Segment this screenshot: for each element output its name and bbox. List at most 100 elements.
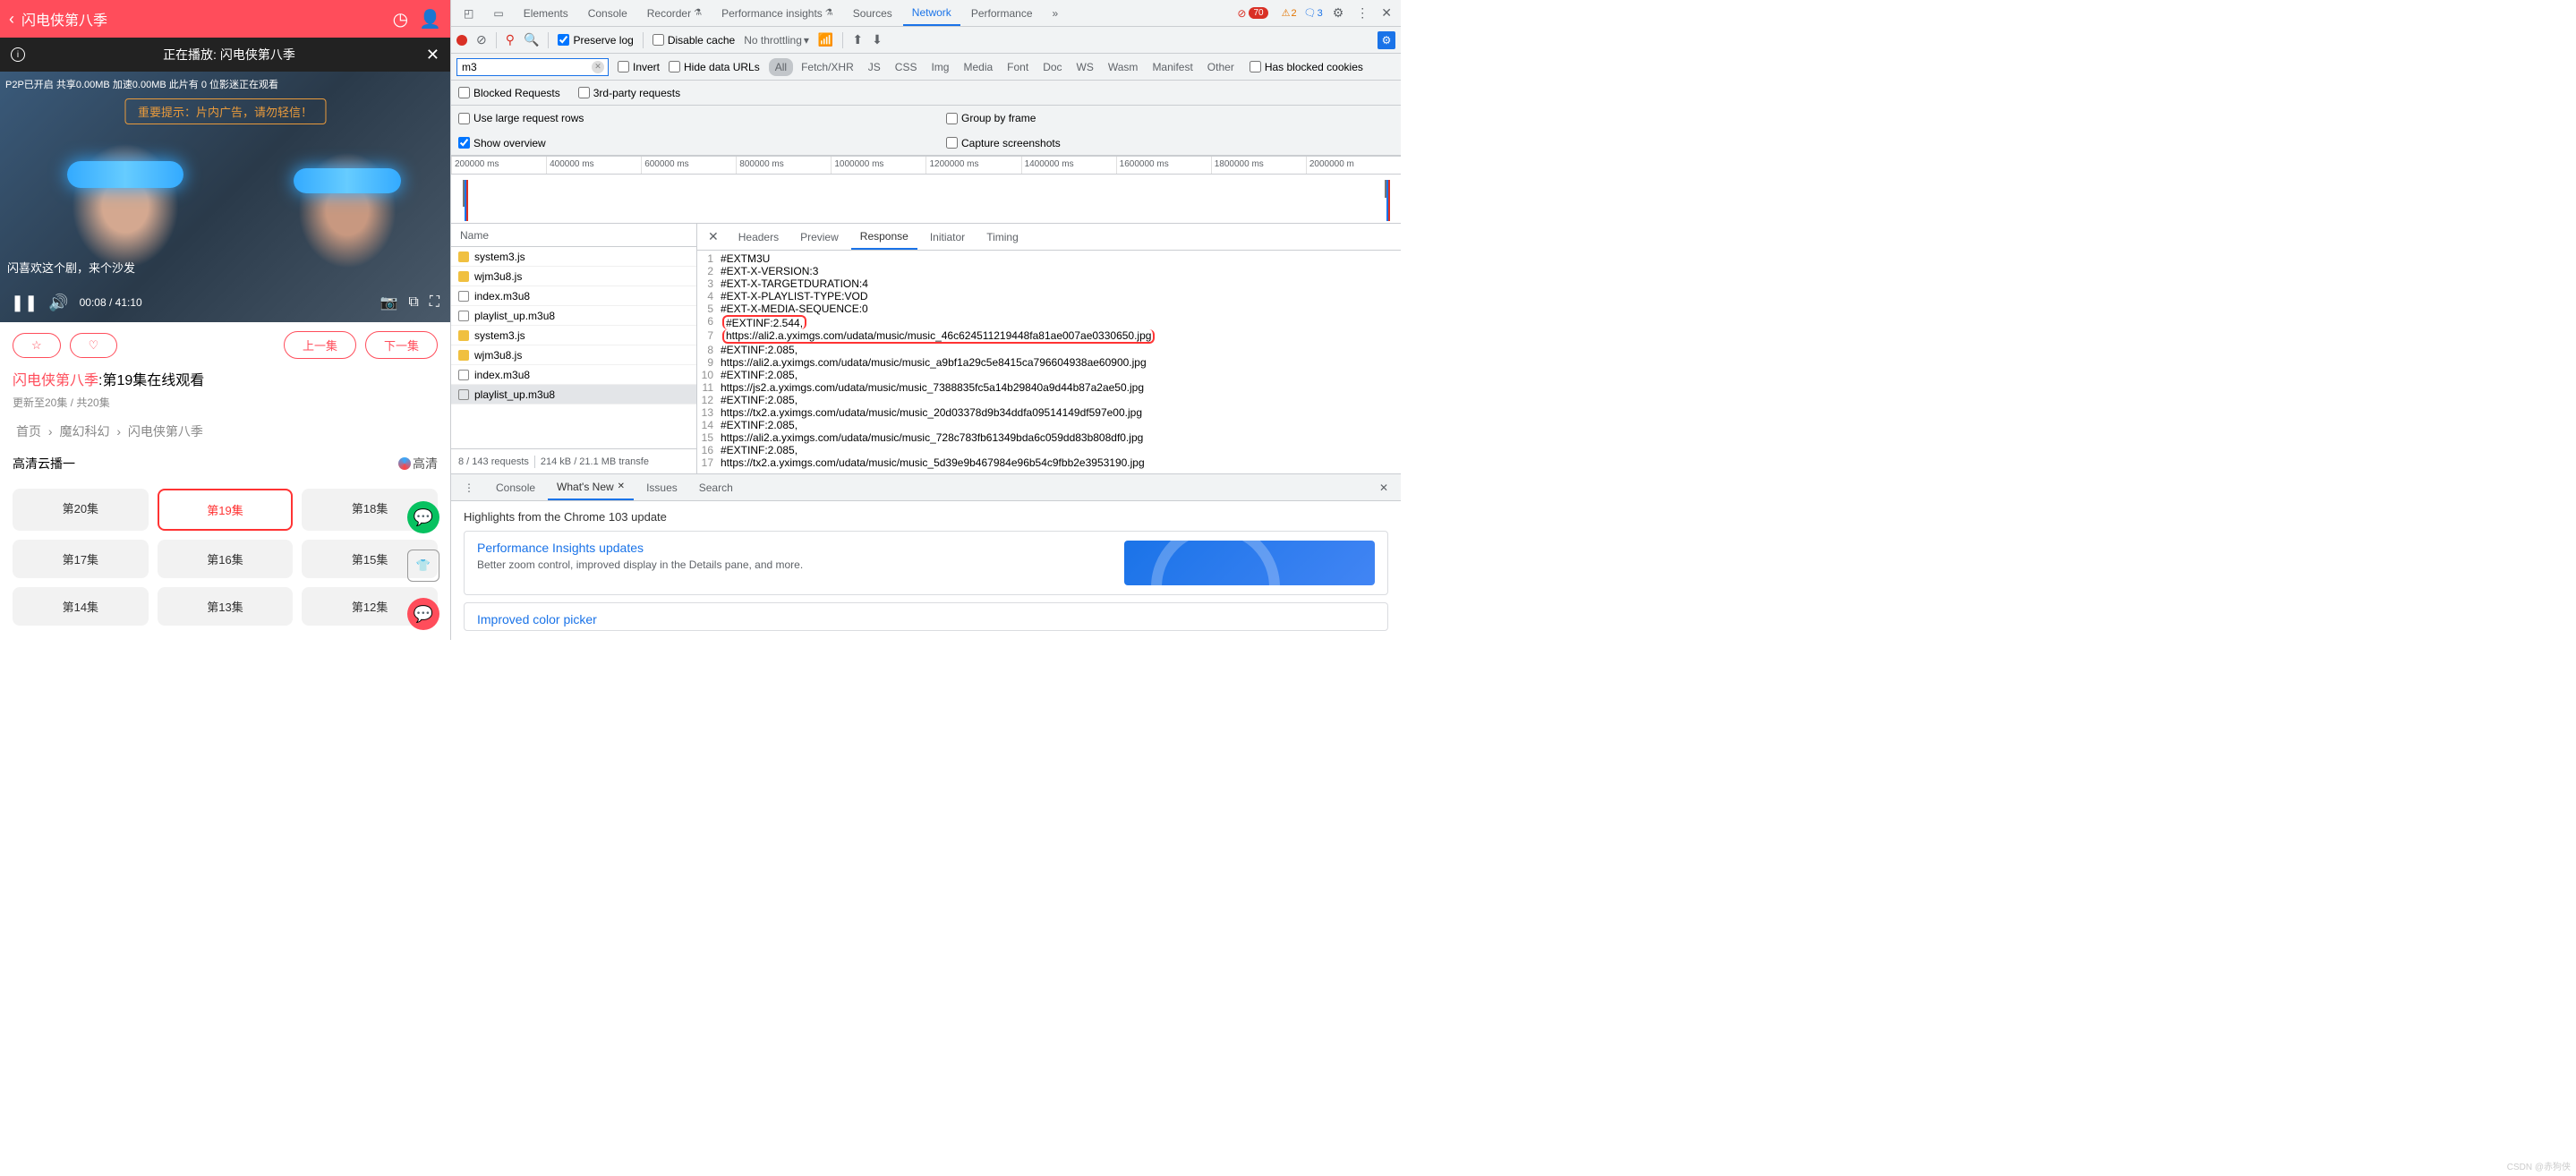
third-party-checkbox[interactable]: 3rd-party requests bbox=[578, 87, 680, 99]
drawer-close-icon[interactable]: ✕ bbox=[1370, 476, 1397, 499]
throttling-select[interactable]: No throttling ▾ bbox=[744, 34, 809, 47]
response-tab[interactable]: Preview bbox=[791, 226, 848, 249]
episode-button[interactable]: 第20集 bbox=[13, 489, 149, 531]
breadcrumb[interactable]: 首页 › 魔幻科幻 › 闪电侠第八季 bbox=[0, 410, 450, 447]
request-row[interactable]: playlist_up.m3u8 bbox=[451, 306, 696, 326]
response-tab[interactable]: Initiator bbox=[921, 226, 974, 249]
response-tab[interactable]: Headers bbox=[729, 226, 788, 249]
devtools-tab[interactable]: Network bbox=[903, 1, 960, 26]
shirt-icon[interactable]: 👕 bbox=[407, 550, 439, 582]
filter-input[interactable]: m3 ✕ bbox=[456, 58, 609, 76]
close-icon[interactable]: ✕ bbox=[426, 46, 439, 64]
close-panel-icon[interactable]: ✕ bbox=[701, 229, 726, 244]
response-tab[interactable]: Response bbox=[851, 225, 917, 250]
group-frame-checkbox[interactable]: Group by frame bbox=[946, 112, 1036, 124]
drawer-tab[interactable]: Console bbox=[487, 476, 544, 499]
whats-new-card[interactable]: Performance Insights updates Better zoom… bbox=[464, 531, 1388, 595]
drawer-kebab-icon[interactable]: ⋮ bbox=[455, 476, 483, 499]
info-badge[interactable]: 🗨 3 bbox=[1301, 6, 1326, 20]
next-episode-button[interactable]: 下一集 bbox=[365, 331, 438, 359]
hide-data-urls-checkbox[interactable]: Hide data URLs bbox=[669, 61, 760, 73]
inspect-icon[interactable]: ◰ bbox=[455, 2, 482, 25]
pip-icon[interactable]: ⧉ bbox=[408, 294, 418, 311]
clear-icon[interactable]: ⊘ bbox=[476, 32, 487, 47]
video-player[interactable]: P2P已开启 共享0.00MB 加速0.00MB 此片有 0 位影迷正在观看 重… bbox=[0, 72, 450, 322]
devtools-tab[interactable]: Recorder⚗ bbox=[638, 2, 711, 25]
large-rows-checkbox[interactable]: Use large request rows bbox=[458, 112, 928, 124]
devtools-tab[interactable]: Performance insights⚗ bbox=[712, 2, 842, 25]
drawer-tab[interactable]: What's New✕ bbox=[548, 475, 634, 500]
fullscreen-icon[interactable]: ⛶ bbox=[430, 294, 439, 311]
preserve-log-checkbox[interactable]: Preserve log bbox=[558, 34, 633, 47]
devtools-tab[interactable]: Performance bbox=[962, 2, 1042, 25]
settings-icon[interactable]: ⚙ bbox=[1327, 5, 1350, 21]
filter-icon[interactable]: ⚲ bbox=[506, 32, 515, 47]
device-icon[interactable]: ▭ bbox=[484, 2, 512, 25]
filter-type-chip[interactable]: Other bbox=[1201, 58, 1241, 76]
screenshot-icon[interactable]: 📷 bbox=[380, 294, 397, 311]
capture-screenshots-checkbox[interactable]: Capture screenshots bbox=[946, 137, 1061, 149]
filter-type-chip[interactable]: Font bbox=[1001, 58, 1035, 76]
clear-filter-icon[interactable]: ✕ bbox=[592, 61, 604, 73]
filter-type-chip[interactable]: Wasm bbox=[1102, 58, 1145, 76]
wifi-icon[interactable]: 📶 bbox=[818, 32, 833, 47]
blocked-cookies-checkbox[interactable]: Has blocked cookies bbox=[1250, 61, 1363, 73]
devtools-tab[interactable]: Sources bbox=[844, 2, 901, 25]
request-row[interactable]: wjm3u8.js bbox=[451, 267, 696, 286]
filter-type-chip[interactable]: Fetch/XHR bbox=[795, 58, 860, 76]
request-row[interactable]: index.m3u8 bbox=[451, 365, 696, 385]
back-icon[interactable]: ‹ bbox=[9, 10, 14, 29]
upload-icon[interactable]: ⬆ bbox=[852, 32, 863, 47]
name-column-header[interactable]: Name bbox=[451, 224, 696, 247]
user-icon[interactable]: 👤 bbox=[419, 8, 441, 30]
like-button[interactable]: ♡ bbox=[70, 333, 118, 358]
request-row[interactable]: playlist_up.m3u8 bbox=[451, 385, 696, 405]
filter-type-chip[interactable]: Img bbox=[925, 58, 955, 76]
devtools-tab[interactable]: Console bbox=[579, 2, 636, 25]
timeline-overview[interactable]: 200000 ms400000 ms600000 ms800000 ms1000… bbox=[451, 156, 1401, 224]
episode-button[interactable]: 第19集 bbox=[158, 489, 294, 531]
pause-icon[interactable]: ❚❚ bbox=[11, 294, 38, 312]
history-icon[interactable]: ◷ bbox=[393, 8, 408, 30]
kebab-icon[interactable]: ⋮ bbox=[1351, 5, 1374, 21]
disable-cache-checkbox[interactable]: Disable cache bbox=[653, 34, 735, 47]
filter-type-chip[interactable]: Doc bbox=[1036, 58, 1068, 76]
warning-badge[interactable]: ⚠ 2 bbox=[1279, 6, 1300, 20]
wechat-icon[interactable]: 💬 bbox=[407, 501, 439, 533]
filter-type-chip[interactable]: WS bbox=[1070, 58, 1100, 76]
filter-type-chip[interactable]: Manifest bbox=[1146, 58, 1198, 76]
episode-button[interactable]: 第13集 bbox=[158, 587, 294, 626]
error-badge[interactable]: ⊘ 70 bbox=[1228, 2, 1276, 25]
network-settings-icon[interactable]: ⚙ bbox=[1378, 31, 1395, 49]
record-icon[interactable] bbox=[456, 35, 467, 46]
request-row[interactable]: system3.js bbox=[451, 247, 696, 267]
close-devtools-icon[interactable]: ✕ bbox=[1376, 5, 1397, 21]
filter-type-chip[interactable]: CSS bbox=[889, 58, 924, 76]
more-tabs-icon[interactable]: » bbox=[1044, 2, 1068, 25]
response-tab[interactable]: Timing bbox=[977, 226, 1028, 249]
quality-badge[interactable]: 高清 bbox=[398, 455, 438, 473]
favorite-button[interactable]: ☆ bbox=[13, 333, 61, 358]
download-icon[interactable]: ⬇ bbox=[872, 32, 883, 47]
blocked-requests-checkbox[interactable]: Blocked Requests bbox=[458, 87, 560, 99]
whats-new-card[interactable]: Improved color picker bbox=[464, 602, 1388, 631]
show-overview-checkbox[interactable]: Show overview bbox=[458, 137, 928, 149]
filter-type-chip[interactable]: All bbox=[769, 58, 793, 76]
devtools-tab[interactable]: Elements bbox=[515, 2, 577, 25]
filter-type-chip[interactable]: JS bbox=[862, 58, 887, 76]
filter-type-chip[interactable]: Media bbox=[957, 58, 999, 76]
drawer-tab[interactable]: Issues bbox=[637, 476, 687, 499]
chat-icon[interactable]: 💬 bbox=[407, 598, 439, 630]
episode-button[interactable]: 第14集 bbox=[13, 587, 149, 626]
invert-checkbox[interactable]: Invert bbox=[618, 61, 660, 73]
episode-button[interactable]: 第16集 bbox=[158, 540, 294, 578]
app-title: 闪电侠第八季 bbox=[21, 8, 382, 30]
prev-episode-button[interactable]: 上一集 bbox=[284, 331, 356, 359]
request-row[interactable]: system3.js bbox=[451, 326, 696, 345]
volume-icon[interactable]: 🔊 bbox=[48, 294, 68, 312]
episode-button[interactable]: 第17集 bbox=[13, 540, 149, 578]
drawer-tab[interactable]: Search bbox=[690, 476, 742, 499]
request-row[interactable]: wjm3u8.js bbox=[451, 345, 696, 365]
search-icon[interactable]: 🔍 bbox=[524, 32, 539, 47]
request-row[interactable]: index.m3u8 bbox=[451, 286, 696, 306]
